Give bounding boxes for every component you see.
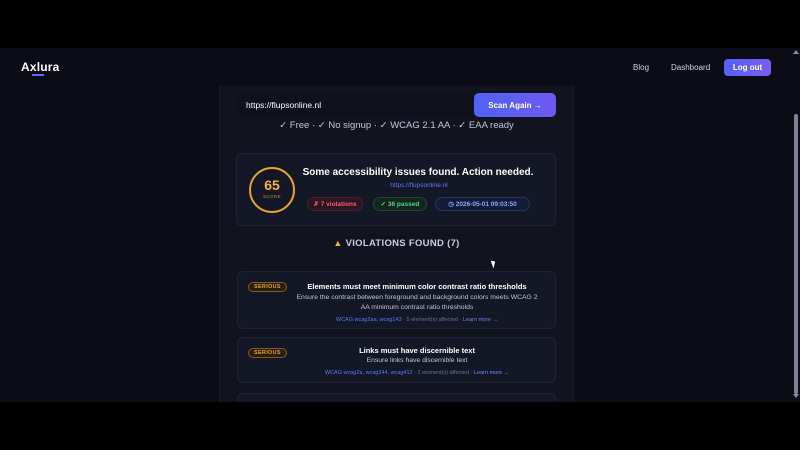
violations-badge: ✗ 7 violations bbox=[307, 197, 363, 211]
logo[interactable]: Axlura bbox=[21, 60, 60, 74]
logout-button[interactable]: Log out bbox=[724, 59, 771, 76]
scroll-up-icon[interactable] bbox=[793, 50, 799, 54]
violation-title: Elements must meet minimum color contras… bbox=[307, 282, 527, 291]
warning-icon: ▲ bbox=[333, 238, 343, 248]
scroll-down-icon[interactable] bbox=[793, 394, 799, 398]
logo-accent bbox=[32, 74, 44, 76]
severity-badge: SERIOUS bbox=[248, 282, 287, 292]
timestamp-badge: ◷ 2026-05-01 09:03:50 bbox=[435, 197, 530, 211]
passed-badge: ✓ 36 passed bbox=[373, 197, 427, 211]
violations-heading: ▲ VIOLATIONS FOUND (7) bbox=[219, 238, 574, 249]
violation-card-partial[interactable] bbox=[237, 393, 556, 402]
learn-more-link[interactable]: Learn more → bbox=[463, 317, 498, 323]
browser-viewport: Axlura Blog Dashboard Log out https://fl… bbox=[0, 48, 800, 402]
clock-icon: ◷ bbox=[448, 201, 456, 208]
nav-link-blog[interactable]: Blog bbox=[633, 63, 649, 72]
violation-meta: WCAG wcag2aa, wcag143 · 5 element(s) aff… bbox=[335, 317, 499, 323]
result-url-link[interactable]: https://flupsonline.nl bbox=[300, 182, 538, 189]
score-value: 65 bbox=[264, 177, 280, 193]
violation-meta: WCAG wcag2a, wcag244, wcag412 · 2 elemen… bbox=[324, 370, 510, 376]
score-label: SCORE bbox=[262, 194, 281, 199]
learn-more-link[interactable]: Learn more → bbox=[474, 370, 509, 376]
violation-description-line1: Ensure links have discernible text bbox=[366, 357, 468, 364]
nav-link-dashboard[interactable]: Dashboard bbox=[671, 63, 710, 72]
severity-badge: SERIOUS bbox=[248, 348, 287, 358]
violation-affected: 2 element(s) affected bbox=[417, 370, 470, 376]
violation-description-line1: Ensure the contrast between foreground a… bbox=[296, 294, 538, 301]
url-input[interactable]: https://flupsonline.nl bbox=[237, 93, 473, 117]
violation-tags: WCAG wcag2aa, wcag143 bbox=[335, 317, 402, 323]
violation-affected: 5 element(s) affected bbox=[406, 317, 459, 323]
timestamp-text: 2026-05-01 09:03:50 bbox=[455, 200, 517, 208]
violation-tags: WCAG wcag2a, wcag244, wcag412 bbox=[324, 370, 413, 376]
top-navbar: Axlura Blog Dashboard Log out bbox=[0, 48, 800, 88]
result-title: Some accessibility issues found. Action … bbox=[302, 167, 534, 178]
feature-list: ✓ Free · ✓ No signup · ✓ WCAG 2.1 AA · ✓… bbox=[279, 120, 514, 131]
violation-title: Links must have discernible text bbox=[359, 346, 475, 355]
scan-again-button[interactable]: Scan Again → bbox=[474, 93, 556, 117]
scrollbar-thumb[interactable] bbox=[794, 114, 798, 394]
violations-heading-text: VIOLATIONS FOUND (7) bbox=[345, 238, 460, 249]
violation-description-line2: AA minimum contrast ratio thresholds bbox=[360, 304, 474, 311]
violation-card[interactable]: SERIOUS Links must have discernible text… bbox=[237, 337, 556, 383]
violation-card[interactable]: SERIOUS Elements must meet minimum color… bbox=[237, 271, 556, 329]
